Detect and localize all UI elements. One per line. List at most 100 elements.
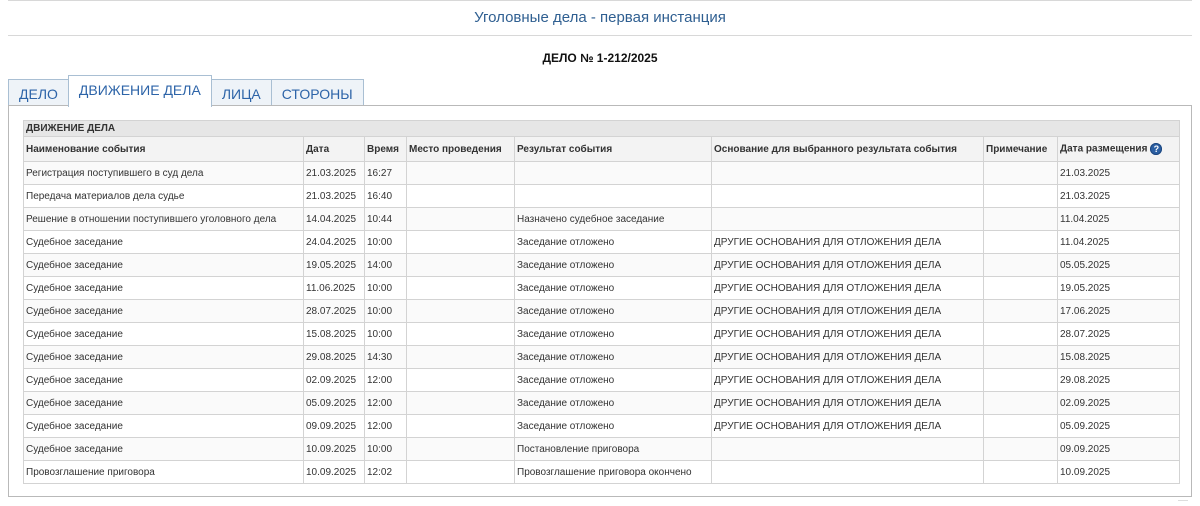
- column-header-event: Наименование события: [23, 136, 304, 162]
- cell-note: [983, 414, 1058, 438]
- cell-result: Заседание отложено: [514, 230, 712, 254]
- column-header-result: Результат события: [514, 136, 712, 162]
- cell-publish-date: 21.03.2025: [1056, 184, 1181, 208]
- cell-basis: ДРУГИЕ ОСНОВАНИЯ ДЛЯ ОТЛОЖЕНИЯ ДЕЛА: [711, 322, 984, 346]
- cell-date: 21.03.2025: [303, 161, 365, 185]
- cell-basis: ДРУГИЕ ОСНОВАНИЯ ДЛЯ ОТЛОЖЕНИЯ ДЕЛА: [711, 253, 984, 277]
- cell-publish-date: 29.08.2025: [1056, 368, 1181, 392]
- tab-case-movement[interactable]: ДВИЖЕНИЕ ДЕЛА: [67, 75, 212, 107]
- case-number: ДЕЛО № 1-212/2025: [542, 51, 658, 65]
- cell-result: Заседание отложено: [514, 345, 712, 369]
- cell-note: [983, 253, 1058, 277]
- cell-note: [983, 161, 1058, 185]
- table-row: Судебное заседание 02.09.2025 12:00 Заседан…: [23, 368, 1181, 392]
- cell-result: Постановление приговора: [514, 437, 712, 461]
- cell-note: [983, 368, 1058, 392]
- cell-place: [406, 437, 515, 461]
- cell-time: 10:44: [364, 207, 407, 231]
- cell-note: [983, 345, 1058, 369]
- cell-date: 05.09.2025: [303, 391, 365, 415]
- cell-event: Судебное заседание: [23, 391, 304, 415]
- cell-date: 24.04.2025: [303, 230, 365, 254]
- table-row: Передача материалов дела судье 21.03.2025…: [23, 184, 1181, 208]
- cell-basis: [711, 460, 984, 484]
- table-row: Регистрация поступившего в суд дела 21.03…: [23, 161, 1181, 185]
- table-row: Судебное заседание 09.09.2025 12:00 Заседан…: [23, 414, 1181, 438]
- cell-basis: ДРУГИЕ ОСНОВАНИЯ ДЛЯ ОТЛОЖЕНИЯ ДЕЛА: [711, 299, 984, 323]
- cell-event: Судебное заседание: [23, 322, 304, 346]
- cell-publish-date: 21.03.2025: [1056, 161, 1181, 185]
- cell-result: Назначено судебное заседание: [514, 207, 712, 231]
- cell-note: [983, 184, 1058, 208]
- cell-basis: ДРУГИЕ ОСНОВАНИЯ ДЛЯ ОТЛОЖЕНИЯ ДЕЛА: [711, 230, 984, 254]
- cell-time: 10:00: [364, 299, 407, 323]
- cell-event: Судебное заседание: [23, 345, 304, 369]
- cell-publish-date: 11.04.2025: [1056, 207, 1181, 231]
- cell-result: Заседание отложено: [514, 414, 712, 438]
- cell-note: [983, 460, 1058, 484]
- cell-date: 11.06.2025: [303, 276, 365, 300]
- cell-result: Заседание отложено: [514, 299, 712, 323]
- cell-publish-date: 15.08.2025: [1056, 345, 1181, 369]
- cell-date: 09.09.2025: [303, 414, 365, 438]
- cell-basis: [711, 161, 984, 185]
- cell-publish-date: 17.06.2025: [1056, 299, 1181, 323]
- cell-place: [406, 414, 515, 438]
- question-icon[interactable]: ?: [1150, 143, 1163, 155]
- movement-table-container: ДВИЖЕНИЕ ДЕЛА Наименование события Дата …: [22, 120, 1181, 484]
- tab-case[interactable]: ДЕЛО: [8, 79, 69, 106]
- cell-event: Судебное заседание: [23, 414, 304, 438]
- cell-date: 28.07.2025: [303, 299, 365, 323]
- cell-place: [406, 368, 515, 392]
- tab-persons[interactable]: ЛИЦА: [210, 79, 272, 106]
- cell-date: 15.08.2025: [303, 322, 365, 346]
- cell-note: [983, 437, 1058, 461]
- column-header-place: Место проведения: [406, 136, 515, 162]
- cell-note: [983, 207, 1058, 231]
- column-header-time: Время: [364, 136, 407, 162]
- cell-time: 10:00: [364, 437, 407, 461]
- cell-note: [983, 391, 1058, 415]
- cell-time: 12:00: [364, 414, 407, 438]
- column-header-publish-date: Дата размещения?: [1056, 136, 1181, 162]
- cell-event: Судебное заседание: [23, 230, 304, 254]
- cell-time: 12:00: [364, 391, 407, 415]
- cell-event: Судебное заседание: [23, 253, 304, 277]
- table-row: Судебное заседание 10.09.2025 10:00 Постано…: [23, 437, 1181, 461]
- table-row: Судебное заседание 19.05.2025 14:00 Заседан…: [23, 253, 1181, 277]
- page-corner-mark: [1178, 500, 1188, 504]
- cell-event: Судебное заседание: [23, 437, 304, 461]
- table-row: Судебное заседание 24.04.2025 10:00 Заседан…: [23, 230, 1181, 254]
- cell-basis: ДРУГИЕ ОСНОВАНИЯ ДЛЯ ОТЛОЖЕНИЯ ДЕЛА: [711, 345, 984, 369]
- cell-publish-date: 28.07.2025: [1056, 322, 1181, 346]
- cell-event: Судебное заседание: [23, 368, 304, 392]
- tab-parties[interactable]: СТОРОНЫ: [270, 79, 364, 106]
- cell-date: 14.04.2025: [303, 207, 365, 231]
- cell-event: Решение в отношении поступившего уголовн…: [23, 207, 304, 231]
- cell-result: [514, 184, 712, 208]
- tab-bar: ДЕЛО ДВИЖЕНИЕ ДЕЛА ЛИЦА СТОРОНЫ: [8, 75, 364, 107]
- cell-event: Регистрация поступившего в суд дела: [23, 161, 304, 185]
- cell-place: [406, 207, 515, 231]
- cell-publish-date: 09.09.2025: [1056, 437, 1181, 461]
- cell-result: Заседание отложено: [514, 391, 712, 415]
- cell-basis: ДРУГИЕ ОСНОВАНИЯ ДЛЯ ОТЛОЖЕНИЯ ДЕЛА: [711, 276, 984, 300]
- table-row: Судебное заседание 05.09.2025 12:00 Заседан…: [23, 391, 1181, 415]
- cell-time: 16:27: [364, 161, 407, 185]
- cell-basis: ДРУГИЕ ОСНОВАНИЯ ДЛЯ ОТЛОЖЕНИЯ ДЕЛА: [711, 368, 984, 392]
- movement-table: ДВИЖЕНИЕ ДЕЛА Наименование события Дата …: [22, 120, 1181, 484]
- cell-note: [983, 230, 1058, 254]
- page-title: Уголовные дела - первая инстанция: [8, 1, 1192, 36]
- table-row: Провозглашение приговора 10.09.2025 12:02 П…: [23, 460, 1181, 484]
- table-row: Судебное заседание 15.08.2025 10:00 Заседан…: [23, 322, 1181, 346]
- cell-time: 14:30: [364, 345, 407, 369]
- cell-result: Заседание отложено: [514, 253, 712, 277]
- column-header-note: Примечание: [983, 136, 1058, 162]
- cell-place: [406, 230, 515, 254]
- cell-date: 02.09.2025: [303, 368, 365, 392]
- cell-time: 10:00: [364, 230, 407, 254]
- table-row: Решение в отношении поступившего уголовн…: [23, 207, 1181, 231]
- cell-basis: [711, 207, 984, 231]
- movement-table-body: Регистрация поступившего в суд дела 21.03…: [23, 161, 1181, 484]
- cell-note: [983, 322, 1058, 346]
